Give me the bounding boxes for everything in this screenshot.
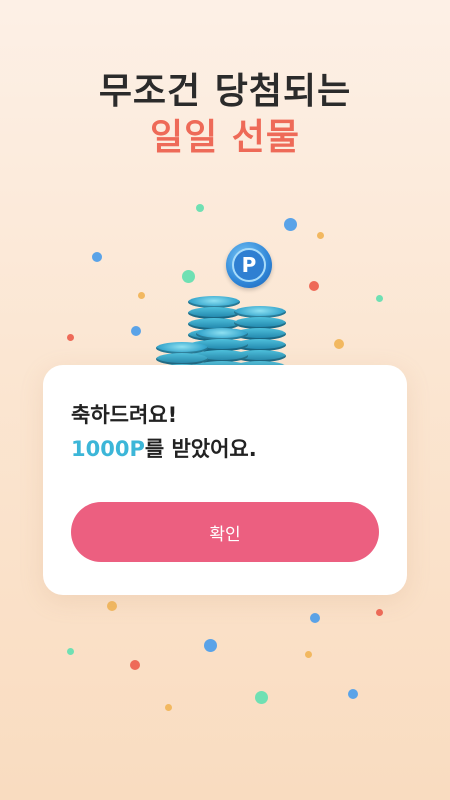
confetti-dot: [165, 704, 172, 711]
confetti-dot: [204, 639, 217, 652]
confetti-dot: [196, 204, 204, 212]
headline-subtitle: 일일 선물: [149, 117, 300, 158]
confetti-dot: [376, 609, 383, 616]
reward-message: 1000P를 받았어요.: [71, 433, 257, 463]
confetti-dot: [334, 339, 344, 349]
congrats-message: 축하드려요!: [71, 403, 178, 427]
headline-title: 무조건 당첨되는: [98, 71, 352, 112]
point-coin-letter: P: [232, 248, 266, 282]
reward-message-text: 를 받았어요.: [144, 437, 257, 461]
points-amount: 1000P: [71, 437, 145, 461]
confetti-dot: [107, 601, 117, 611]
confetti-dot: [348, 689, 358, 699]
point-coin-icon: P: [226, 242, 272, 288]
confetti-dot: [309, 281, 319, 291]
confirm-button[interactable]: 확인: [71, 502, 379, 562]
confetti-dot: [92, 252, 102, 262]
confetti-dot: [310, 613, 320, 623]
confetti-dot: [284, 218, 297, 231]
confetti-dot: [67, 334, 74, 341]
headline: 무조건 당첨되는 일일 선물: [0, 70, 450, 162]
coin-stack-illustration: P: [150, 238, 300, 366]
confetti-dot: [305, 651, 312, 658]
confetti-dot: [67, 648, 74, 655]
confetti-dot: [130, 660, 140, 670]
reward-dialog: 축하드려요! 1000P를 받았어요. 확인: [43, 365, 407, 595]
confetti-dot: [131, 326, 141, 336]
confetti-dot: [376, 295, 383, 302]
confetti-dot: [255, 691, 268, 704]
confetti-dot: [138, 292, 145, 299]
confetti-dot: [317, 232, 324, 239]
